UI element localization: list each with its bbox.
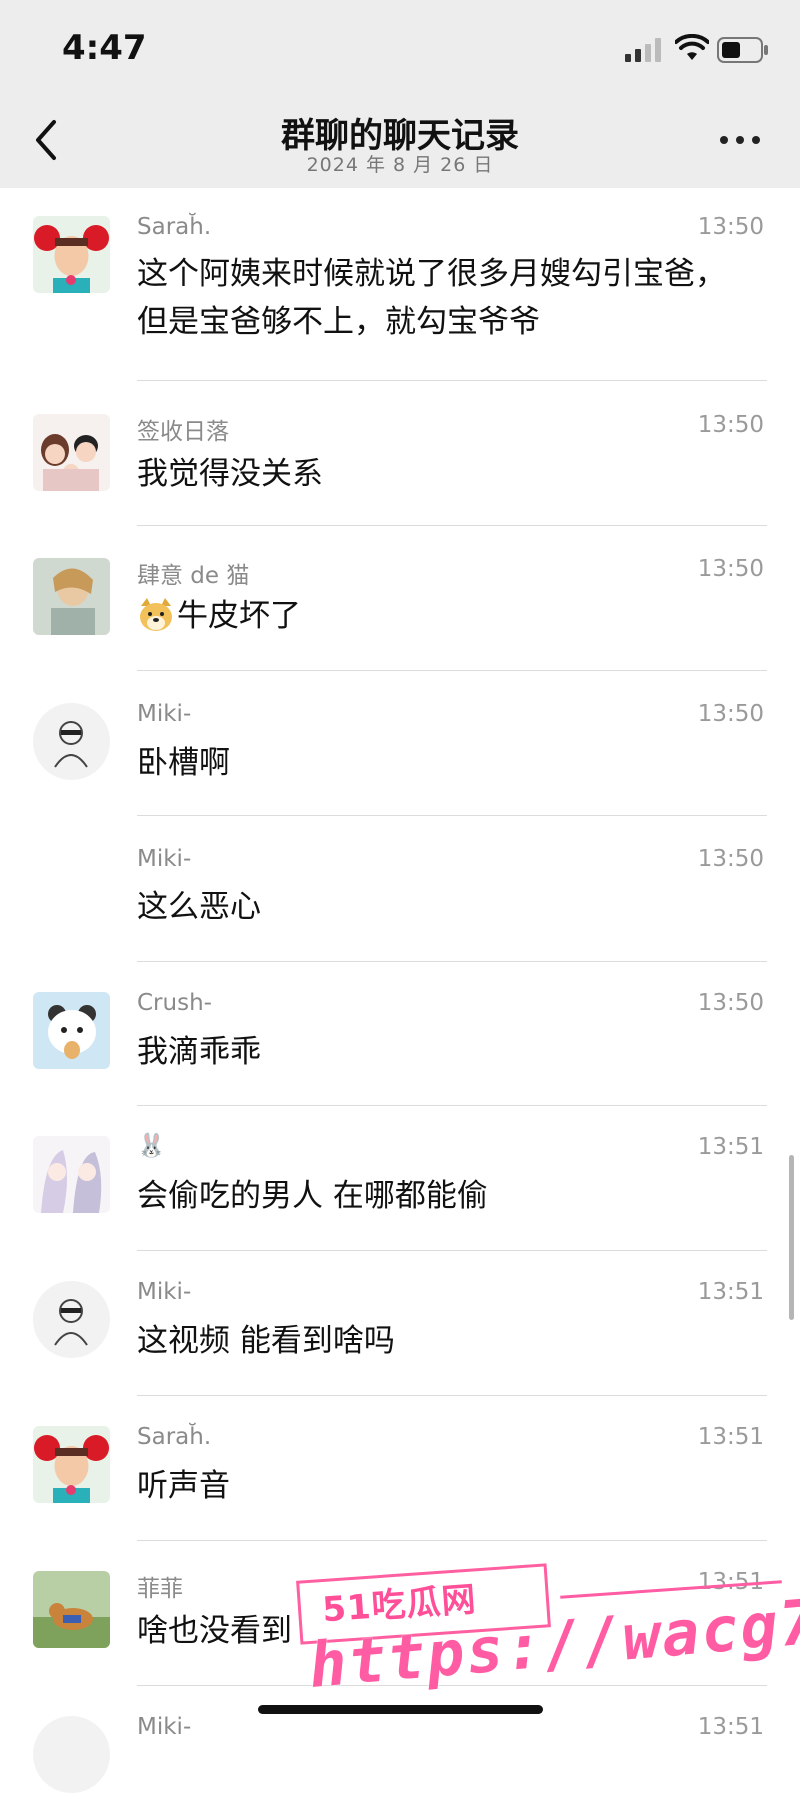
avatar[interactable]: [33, 1281, 110, 1358]
sender-name: Sarah̆.: [137, 1424, 212, 1450]
status-bar: 4:47: [0, 0, 800, 100]
avatar[interactable]: [33, 216, 110, 293]
sender-name: Sarah̆.: [137, 214, 212, 240]
chat-record-item[interactable]: 🐰 13:51 会偷吃的男人 在哪都能偷: [0, 1106, 800, 1251]
avatar[interactable]: [33, 414, 110, 491]
message-time: 13:51: [697, 1424, 764, 1450]
battery-icon: [717, 37, 768, 63]
sender-name: Miki-: [137, 1714, 192, 1740]
chat-record-item[interactable]: Sarah̆. 13:51 听声音: [0, 1396, 800, 1541]
message-time: 13:50: [697, 846, 764, 872]
scrollbar[interactable]: [789, 1155, 794, 1320]
sender-name: 菲菲: [137, 1576, 183, 1602]
message-text: 我觉得没关系: [137, 456, 323, 492]
sender-name: Crush-: [137, 990, 212, 1016]
chat-record-item[interactable]: Sarah̆. 13:50 这个阿姨来时候就说了很多月嫂勾引宝爸，但是宝爸够不上…: [0, 188, 800, 384]
sender-name: 签收日落: [137, 419, 229, 445]
chat-record-item[interactable]: 签收日落 13:50 我觉得没关系: [0, 384, 800, 528]
message-text: 卧槽啊: [137, 745, 230, 781]
avatar[interactable]: [33, 1136, 110, 1213]
message-time: 13:51: [697, 1714, 764, 1740]
message-text: 这视频 能看到啥吗: [137, 1323, 395, 1359]
message-text: 牛皮坏了: [137, 592, 747, 640]
message-time: 13:50: [697, 701, 764, 727]
message-time: 13:50: [697, 214, 764, 240]
more-options-icon[interactable]: [718, 128, 762, 152]
doge-emoji-icon: [140, 598, 172, 631]
sender-name: 🐰: [137, 1133, 166, 1159]
message-time: 13:50: [697, 412, 764, 438]
divider: [137, 815, 767, 816]
sender-name: 肆意 de 猫: [137, 563, 250, 589]
message-text: 我滴乖乖: [137, 1034, 261, 1070]
sender-name: Miki-: [137, 846, 192, 872]
cellular-signal-icon: [625, 38, 661, 62]
divider: [137, 380, 767, 381]
wifi-icon: [675, 34, 709, 60]
divider: [137, 670, 767, 671]
chat-record-item[interactable]: Miki- 13:51 这视频 能看到啥吗: [0, 1251, 800, 1396]
message-text: 会偷吃的男人 在哪都能偷: [137, 1178, 488, 1214]
status-time: 4:47: [62, 28, 147, 68]
chat-record-item[interactable]: 肆意 de 猫 13:50 牛皮坏了: [0, 528, 800, 673]
message-time: 13:50: [697, 556, 764, 582]
avatar[interactable]: [33, 992, 110, 1069]
chat-record-item[interactable]: Miki- 13:50 卧槽啊: [0, 673, 800, 817]
chat-record-item[interactable]: Miki- 13:50 这么恶心: [0, 817, 800, 962]
chat-record-item[interactable]: Crush- 13:50 我滴乖乖: [0, 962, 800, 1106]
avatar[interactable]: [33, 558, 110, 635]
message-text: 这个阿姨来时候就说了很多月嫂勾引宝爸，但是宝爸够不上，就勾宝爷爷: [137, 256, 726, 340]
home-indicator[interactable]: [258, 1705, 543, 1714]
message-time: 13:50: [697, 990, 764, 1016]
avatar[interactable]: [33, 1716, 110, 1793]
avatar[interactable]: [33, 1426, 110, 1503]
message-text: 听声音: [137, 1468, 230, 1504]
avatar[interactable]: [33, 1571, 110, 1648]
avatar[interactable]: [33, 703, 110, 780]
message-time: 13:51: [697, 1134, 764, 1160]
message-text-content: 牛皮坏了: [177, 598, 301, 634]
sender-name: Miki-: [137, 1279, 192, 1305]
page-subtitle-date: 2024 年 8 月 26 日: [306, 154, 494, 176]
message-time: 13:51: [697, 1279, 764, 1305]
message-text: 这么恶心: [137, 889, 261, 925]
sender-name: Miki-: [137, 701, 192, 727]
divider: [137, 525, 767, 526]
